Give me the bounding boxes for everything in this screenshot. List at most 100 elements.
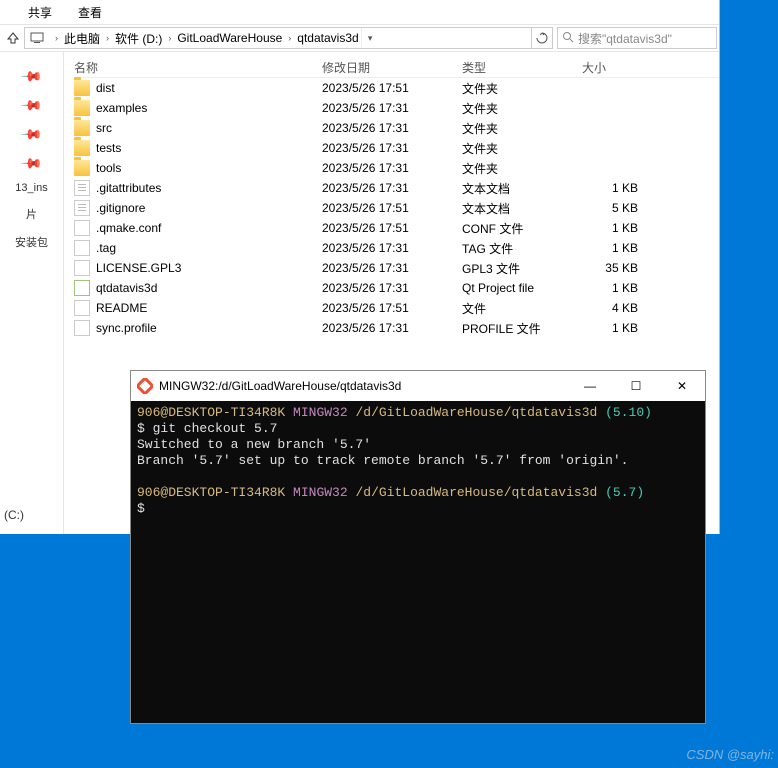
terminal-title: MINGW32:/d/GitLoadWareHouse/qtdatavis3d bbox=[159, 379, 401, 393]
terminal-window: MINGW32:/d/GitLoadWareHouse/qtdatavis3d … bbox=[130, 370, 706, 724]
file-date: 2023/5/26 17:31 bbox=[322, 161, 462, 175]
file-row[interactable]: .qmake.conf 2023/5/26 17:51CONF 文件1 KB bbox=[74, 218, 719, 238]
file-size: 1 KB bbox=[582, 221, 652, 235]
file-name: .qmake.conf bbox=[96, 221, 161, 235]
file-name: src bbox=[96, 121, 112, 135]
file-name: LICENSE.GPL3 bbox=[96, 261, 181, 275]
file-icon bbox=[74, 240, 90, 256]
file-type: CONF 文件 bbox=[462, 220, 582, 237]
file-date: 2023/5/26 17:51 bbox=[322, 301, 462, 315]
file-date: 2023/5/26 17:51 bbox=[322, 81, 462, 95]
column-date[interactable]: 修改日期 bbox=[322, 59, 462, 76]
file-date: 2023/5/26 17:31 bbox=[322, 141, 462, 155]
file-date: 2023/5/26 17:51 bbox=[322, 221, 462, 235]
file-name: sync.profile bbox=[96, 321, 157, 335]
menu-share[interactable]: 共享 bbox=[24, 2, 56, 23]
minimize-button[interactable]: — bbox=[567, 371, 613, 401]
column-size[interactable]: 大小 bbox=[582, 59, 652, 76]
file-icon bbox=[74, 220, 90, 236]
refresh-button[interactable] bbox=[531, 27, 553, 49]
file-type: 文件夹 bbox=[462, 100, 582, 117]
chevron-right-icon: › bbox=[106, 33, 109, 43]
sidebar-item[interactable]: 13_ins bbox=[0, 182, 63, 194]
breadcrumb-dropdown[interactable]: ▾ bbox=[361, 28, 379, 48]
file-date: 2023/5/26 17:31 bbox=[322, 241, 462, 255]
file-type: 文件夹 bbox=[462, 80, 582, 97]
file-type: GPL3 文件 bbox=[462, 260, 582, 277]
file-name: examples bbox=[96, 101, 147, 115]
file-row[interactable]: tools 2023/5/26 17:31文件夹 bbox=[74, 158, 719, 178]
term-branch: (5.10) bbox=[605, 405, 652, 420]
file-row[interactable]: qtdatavis3d2023/5/26 17:31Qt Project fil… bbox=[74, 278, 719, 298]
folder-icon bbox=[74, 100, 90, 116]
file-name: .gitignore bbox=[96, 201, 145, 215]
chevron-right-icon: › bbox=[168, 33, 171, 43]
breadcrumb-item[interactable]: GitLoadWareHouse bbox=[175, 31, 284, 45]
file-icon bbox=[74, 300, 90, 316]
file-row[interactable]: src2023/5/26 17:31文件夹 bbox=[74, 118, 719, 138]
column-headers: 名称 修改日期 类型 大小 bbox=[74, 52, 719, 78]
file-row[interactable]: README2023/5/26 17:51文件4 KB bbox=[74, 298, 719, 318]
file-name: dist bbox=[96, 81, 115, 95]
search-icon bbox=[562, 31, 574, 46]
file-row[interactable]: sync.profile2023/5/26 17:31PROFILE 文件1 K… bbox=[74, 318, 719, 338]
terminal-body[interactable]: 906@DESKTOP-TI34R8K MINGW32 /d/GitLoadWa… bbox=[131, 401, 705, 723]
text-file-icon bbox=[74, 180, 90, 196]
file-name: .tag bbox=[96, 241, 116, 255]
text-file-icon bbox=[74, 200, 90, 216]
folder-icon bbox=[74, 160, 90, 176]
nav-up-button[interactable] bbox=[2, 27, 24, 49]
maximize-button[interactable]: ☐ bbox=[613, 371, 659, 401]
file-row[interactable]: dist 2023/5/26 17:51文件夹 bbox=[74, 78, 719, 98]
breadcrumb-item[interactable]: 此电脑 bbox=[62, 30, 102, 47]
file-row[interactable]: .gitattributes2023/5/26 17:31文本文档1 KB bbox=[74, 178, 719, 198]
column-name[interactable]: 名称 bbox=[74, 59, 322, 76]
file-date: 2023/5/26 17:31 bbox=[322, 101, 462, 115]
pc-icon bbox=[29, 30, 45, 46]
sidebar-item[interactable]: 安装包 bbox=[0, 234, 63, 250]
folder-icon bbox=[74, 80, 90, 96]
menu-view[interactable]: 查看 bbox=[74, 2, 106, 23]
close-button[interactable]: ✕ bbox=[659, 371, 705, 401]
term-branch: (5.7) bbox=[605, 485, 644, 500]
file-row[interactable]: .gitignore2023/5/26 17:51文本文档5 KB bbox=[74, 198, 719, 218]
term-user: 906@DESKTOP-TI34R8K bbox=[137, 485, 285, 500]
file-row[interactable]: tests2023/5/26 17:31文件夹 bbox=[74, 138, 719, 158]
breadcrumb[interactable]: › 此电脑 › 软件 (D:) › GitLoadWareHouse › qtd… bbox=[24, 27, 532, 49]
file-date: 2023/5/26 17:31 bbox=[322, 321, 462, 335]
search-input[interactable]: 搜索"qtdatavis3d" bbox=[557, 27, 717, 49]
pin-icon: 📌 bbox=[19, 64, 43, 88]
watermark: CSDN @sayhi: bbox=[686, 747, 774, 762]
chevron-right-icon: › bbox=[288, 33, 291, 43]
breadcrumb-item[interactable]: qtdatavis3d bbox=[295, 31, 360, 45]
breadcrumb-item[interactable]: 软件 (D:) bbox=[113, 30, 164, 47]
sidebar-drive-label[interactable]: (C:) bbox=[0, 508, 40, 522]
term-cmd: $ git checkout 5.7 bbox=[137, 421, 699, 437]
term-path: /d/GitLoadWareHouse/qtdatavis3d bbox=[355, 405, 597, 420]
file-size: 5 KB bbox=[582, 201, 652, 215]
column-type[interactable]: 类型 bbox=[462, 59, 582, 76]
git-bash-icon bbox=[137, 378, 153, 394]
chevron-right-icon: › bbox=[55, 33, 58, 43]
file-size: 1 KB bbox=[582, 321, 652, 335]
terminal-titlebar[interactable]: MINGW32:/d/GitLoadWareHouse/qtdatavis3d … bbox=[131, 371, 705, 401]
term-output: Switched to a new branch '5.7' bbox=[137, 437, 699, 453]
file-row[interactable]: .tag2023/5/26 17:31TAG 文件1 KB bbox=[74, 238, 719, 258]
sidebar-item[interactable]: 片 bbox=[0, 206, 63, 222]
term-env: MINGW32 bbox=[293, 405, 348, 420]
file-row[interactable]: LICENSE.GPL32023/5/26 17:31GPL3 文件35 KB bbox=[74, 258, 719, 278]
term-env: MINGW32 bbox=[293, 485, 348, 500]
term-output: Branch '5.7' set up to track remote bran… bbox=[137, 453, 699, 469]
file-type: 文件夹 bbox=[462, 160, 582, 177]
file-row[interactable]: examples 2023/5/26 17:31文件夹 bbox=[74, 98, 719, 118]
file-name: tools bbox=[96, 161, 121, 175]
pin-icon: 📌 bbox=[19, 122, 43, 146]
quick-access-sidebar: 📌 📌 📌 📌 13_ins 片 安装包 bbox=[0, 52, 64, 534]
file-size: 1 KB bbox=[582, 281, 652, 295]
term-path: /d/GitLoadWareHouse/qtdatavis3d bbox=[355, 485, 597, 500]
file-date: 2023/5/26 17:31 bbox=[322, 121, 462, 135]
file-date: 2023/5/26 17:31 bbox=[322, 281, 462, 295]
file-size: 4 KB bbox=[582, 301, 652, 315]
file-size: 35 KB bbox=[582, 261, 652, 275]
file-name: tests bbox=[96, 141, 121, 155]
